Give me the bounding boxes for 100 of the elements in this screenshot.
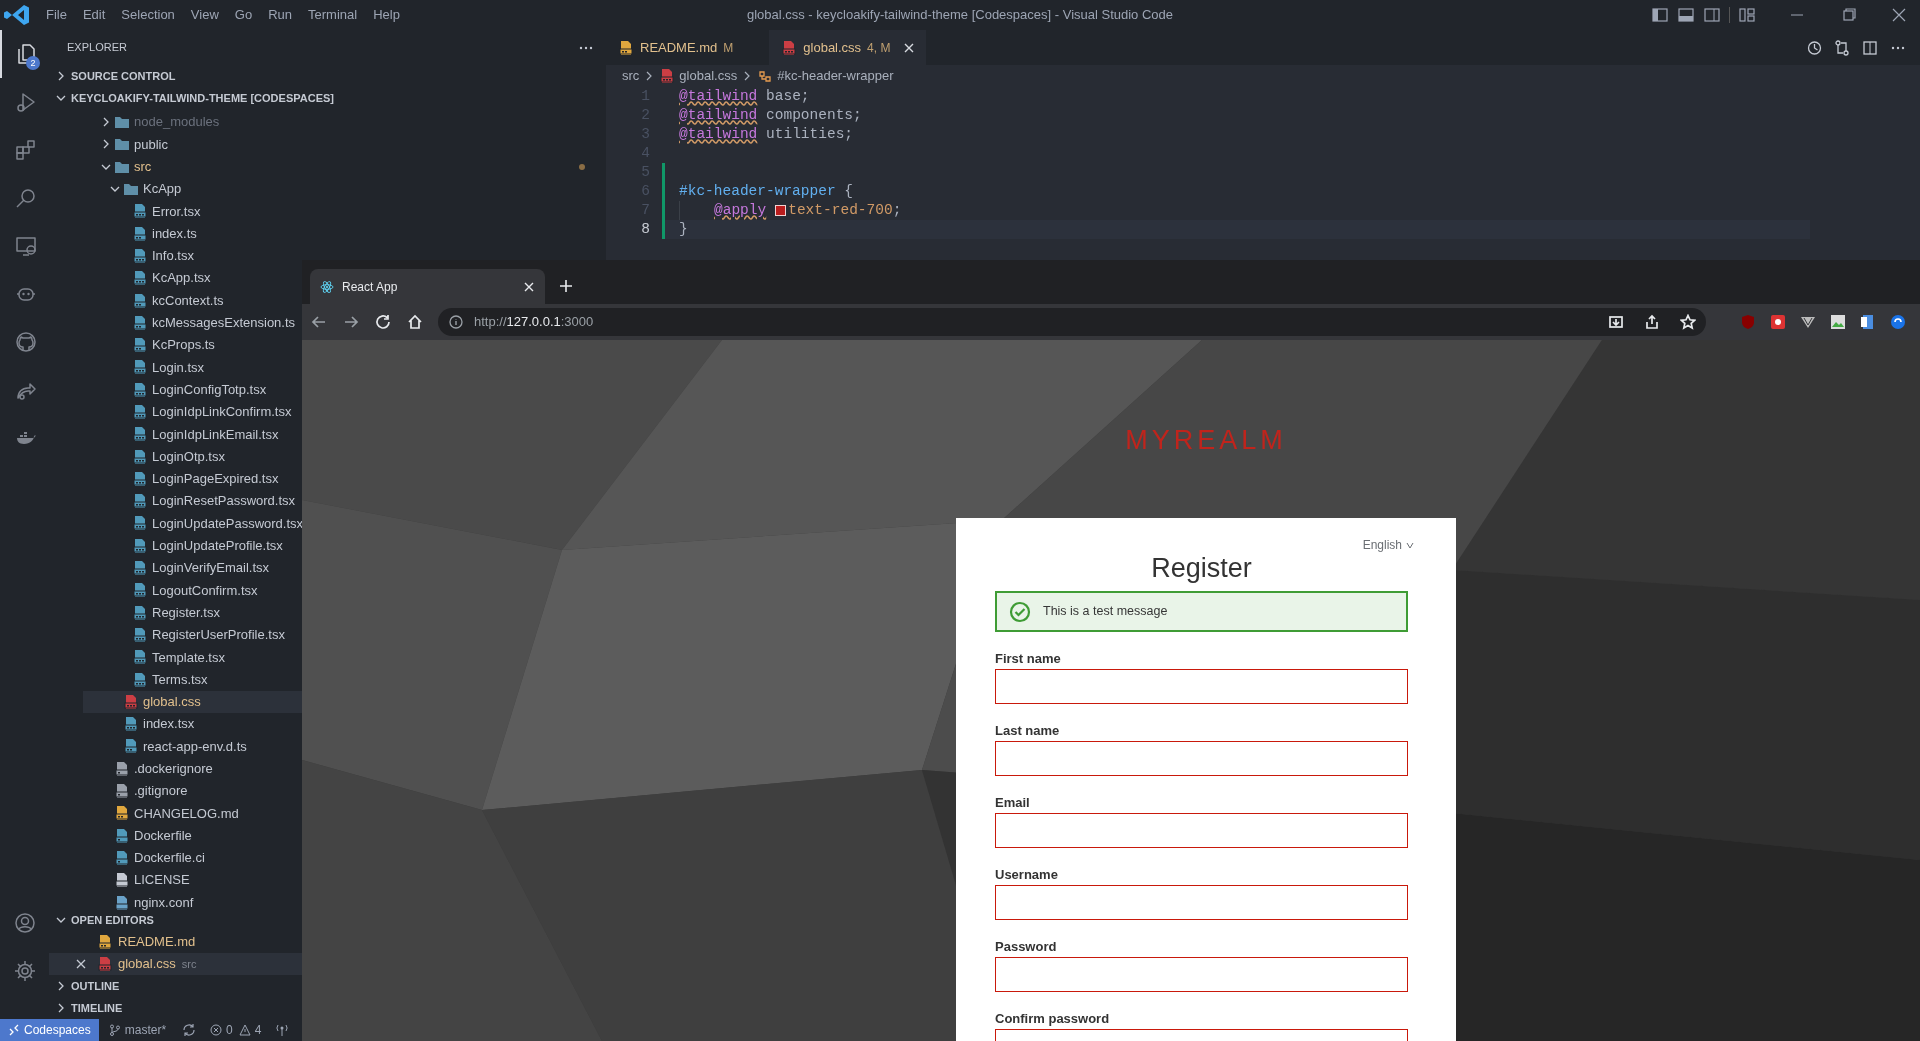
menu-item[interactable]: Terminal <box>300 0 366 30</box>
home-icon[interactable] <box>406 313 424 331</box>
field-label: Password <box>995 938 1058 955</box>
browser-tab[interactable]: React App <box>310 269 545 304</box>
star-icon[interactable] <box>1680 314 1696 330</box>
section-header[interactable]: TIMELINE <box>49 997 302 1019</box>
file-tree-item[interactable]: RegisterUserProfile.tsx <box>83 623 302 647</box>
menu-item[interactable]: Run <box>260 0 300 30</box>
problems-button[interactable]: 0 4 <box>202 1019 270 1041</box>
line-number: 8 <box>640 219 650 239</box>
panel-bottom-icon[interactable] <box>1677 7 1695 23</box>
remote-icon <box>8 1024 20 1036</box>
close-icon[interactable] <box>523 280 535 293</box>
file-tree-item[interactable]: KcApp.tsx <box>83 267 302 290</box>
badge: 2 <box>26 56 40 70</box>
file-tree-item[interactable]: kcContext.ts <box>83 289 302 312</box>
extension-icon[interactable] <box>1890 314 1906 330</box>
file-tree-item[interactable]: LoginOtp.tsx <box>83 445 302 468</box>
file-tree-item[interactable]: Terms.tsx <box>83 668 302 691</box>
sync-icon[interactable] <box>182 1023 197 1037</box>
extension-icon[interactable] <box>1800 314 1816 330</box>
field-label: First name <box>995 650 1062 667</box>
file-tree-item[interactable]: LoginUpdateProfile.tsx <box>83 534 302 557</box>
file-tree-item[interactable]: .dockerignore <box>83 757 302 780</box>
file-tree-item[interactable]: CHANGELOG.md <box>83 802 302 825</box>
menu-item[interactable]: Selection <box>113 0 183 30</box>
file-tree-item[interactable]: LoginPageExpired.tsx <box>83 467 302 491</box>
menu-item[interactable]: View <box>182 0 227 30</box>
file-tree-item[interactable]: LoginUpdatePassword.tsx <box>83 512 302 535</box>
menu-item[interactable]: Go <box>226 0 261 30</box>
menu-item[interactable]: Edit <box>74 0 114 30</box>
layout-icon[interactable] <box>1738 7 1756 23</box>
file-tree-item[interactable]: KcApp <box>83 177 606 201</box>
file-tree-item[interactable]: src <box>83 155 606 178</box>
atom-icon <box>320 279 334 294</box>
language-selector[interactable]: English <box>1362 538 1414 552</box>
menu-item[interactable]: File <box>38 0 75 30</box>
text-input[interactable] <box>995 957 1408 992</box>
install-icon[interactable] <box>1608 314 1624 330</box>
section-header[interactable]: SOURCE CONTROL <box>49 65 606 87</box>
file-tree-item[interactable]: kcMessagesExtension.ts <box>83 311 302 334</box>
branch-icon <box>108 1024 121 1036</box>
window-title: global.css - keycloakify-tailwind-theme [Codespaces] - Visual Studio Code <box>746 6 1174 25</box>
file-icon <box>659 68 676 84</box>
file-tree-item[interactable]: LoginResetPassword.tsx <box>83 490 302 513</box>
text-input[interactable] <box>995 669 1408 704</box>
file-tree-item[interactable]: .gitignore <box>83 779 302 803</box>
alert-message: This is a test message <box>1043 603 1168 621</box>
file-tree-item[interactable]: Login.tsx <box>83 356 302 379</box>
field-label: Last name <box>995 722 1061 739</box>
section-header[interactable]: KEYCLOAKIFY-TAILWIND-THEME [CODESPACES] <box>49 87 606 109</box>
reload-icon[interactable] <box>374 313 392 331</box>
file-tree-item[interactable]: react-app-env.d.ts <box>83 735 302 758</box>
panel-right-icon[interactable] <box>1703 7 1721 23</box>
file-tree-item[interactable]: Register.tsx <box>83 601 302 624</box>
editor-tab[interactable]: global.css 4, M <box>769 30 927 65</box>
file-tree-item[interactable]: public <box>83 133 606 156</box>
file-tree-item[interactable]: LoginVerifyEmail.tsx <box>83 556 302 580</box>
extension-icon[interactable] <box>1860 314 1876 330</box>
open-editor-item[interactable]: global.css src <box>49 953 302 975</box>
breadcrumb-item[interactable]: global.css <box>679 66 738 86</box>
new-tab-icon[interactable] <box>559 279 573 293</box>
file-tree-item[interactable]: Info.tsx <box>83 244 302 268</box>
text-input[interactable] <box>995 813 1408 848</box>
file-tree-item[interactable]: LICENSE <box>83 869 302 892</box>
file-tree-item[interactable]: LoginConfigTotp.tsx <box>83 378 302 401</box>
open-editor-item[interactable]: README.md <box>49 931 302 953</box>
file-tree-item[interactable]: LogoutConfirm.tsx <box>83 579 302 602</box>
file-tree-item[interactable]: Template.tsx <box>83 646 302 669</box>
info-icon <box>448 314 464 330</box>
field-label: Confirm password <box>995 1010 1111 1027</box>
section-header[interactable]: OUTLINE <box>49 975 302 997</box>
file-tree-item[interactable]: Dockerfile <box>83 824 302 847</box>
breadcrumb-item[interactable]: src <box>622 66 640 86</box>
code-token: @tailwind <box>679 124 758 144</box>
address-bar[interactable]: http://127.0.0.1:3000 <box>438 308 1706 336</box>
menu-item[interactable]: Help <box>365 0 408 30</box>
file-tree-item[interactable]: KcProps.ts <box>83 333 302 357</box>
breadcrumb-item[interactable]: #kc-header-wrapper <box>777 66 894 86</box>
text-input[interactable] <box>995 885 1408 920</box>
file-tree-item[interactable]: Error.tsx <box>83 200 606 223</box>
remote-button[interactable]: Codespaces <box>0 1019 99 1041</box>
extension-icon[interactable] <box>1830 314 1846 330</box>
history-icon[interactable] <box>1806 39 1822 56</box>
file-tree-item[interactable]: LoginIdpLinkEmail.tsx <box>83 423 302 446</box>
panel-left-icon[interactable] <box>1651 7 1669 23</box>
text-input[interactable] <box>995 741 1408 776</box>
split-editor-icon[interactable] <box>1862 39 1878 56</box>
branch-button[interactable]: master* <box>98 1019 177 1041</box>
share-icon[interactable] <box>1644 314 1660 330</box>
file-tree-item[interactable]: index.tsx <box>83 713 302 736</box>
extension-icon[interactable] <box>1770 314 1786 330</box>
file-tree-item[interactable]: index.ts <box>83 222 606 245</box>
extensions-icon <box>13 138 38 162</box>
file-tree-item[interactable]: Dockerfile.ci <box>83 846 302 870</box>
compare-changes-icon[interactable] <box>1834 39 1850 56</box>
error-icon <box>210 1024 223 1036</box>
realm-title: MYREALM <box>1125 425 1287 455</box>
file-tree-item[interactable]: LoginIdpLinkConfirm.tsx <box>83 400 302 424</box>
file-tree-item[interactable]: global.css <box>83 690 302 713</box>
